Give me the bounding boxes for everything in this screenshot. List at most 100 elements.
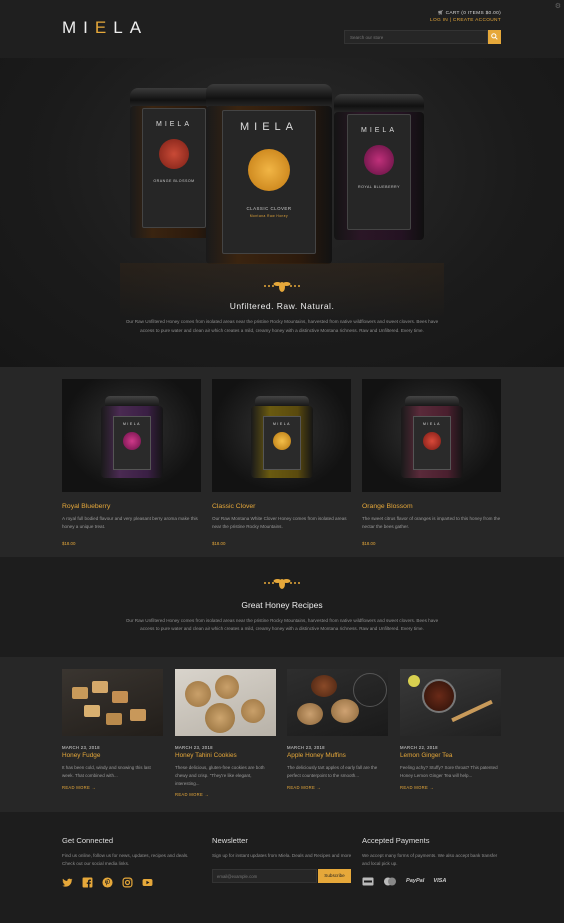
payment-methods: PayPal VISA [362, 877, 502, 886]
account-links: LOG IN | CREATE ACCOUNT [430, 18, 501, 23]
flower-emblem-icon [159, 139, 189, 169]
jar-label: MIELA ORANGE BLOSSOM [142, 108, 206, 228]
site-footer: Get Connected Find us online, follow us … [0, 812, 564, 923]
product-card[interactable]: MIELA Orange Blossom The sweet citrus fl… [362, 379, 501, 546]
jar-brand: MIELA [155, 121, 192, 128]
post-date: MARCH 23, 2018 [62, 745, 100, 750]
blog-post[interactable]: MARCH 23, 2018 Honey Fudge It has been c… [62, 669, 163, 790]
subscribe-button[interactable]: Subscribe [318, 868, 351, 883]
cart-summary[interactable]: 🛒︎ CART (0 ITEMS $0.00) [438, 11, 501, 16]
jar-brand: MIELA [360, 127, 397, 134]
jar-brand: MIELA [272, 422, 291, 426]
settings-icon[interactable]: ⚙ [555, 2, 561, 10]
post-title[interactable]: Apple Honey Muffins [287, 752, 388, 759]
crown-emblem-icon [364, 145, 394, 175]
product-image[interactable]: MIELA [362, 379, 501, 492]
read-more-link[interactable]: READ MORE → [287, 785, 388, 790]
create-account-link[interactable]: CREATE ACCOUNT [453, 18, 501, 23]
hero-jar-classic-clover: MIELA CLASSIC CLOVER Montana Raw Honey [206, 84, 332, 264]
post-image-tea[interactable] [400, 669, 501, 736]
product-description: Our Raw Montana White Clover Honey comes… [212, 516, 347, 529]
blog-post[interactable]: MARCH 23, 2018 Honey Tahini Cookies Thes… [175, 669, 276, 797]
product-price: $18.00 [362, 541, 376, 546]
mastercard-icon [384, 877, 396, 886]
post-title[interactable]: Lemon Ginger Tea [400, 752, 501, 759]
search-icon [491, 33, 498, 40]
newsletter-email-field[interactable]: email@example.com [212, 868, 317, 883]
product-image[interactable]: MIELA [212, 379, 351, 492]
amex-card-icon [362, 877, 374, 886]
footer-text: We accept many forms of payments. We als… [362, 853, 498, 866]
post-date: MARCH 23, 2018 [287, 745, 325, 750]
product-card[interactable]: MIELA Classic Clover Our Raw Montana Whi… [212, 379, 351, 546]
product-price: $18.00 [212, 541, 226, 546]
bee-divider-icon [264, 579, 300, 589]
bee-emblem-icon [273, 432, 291, 450]
hero-jar-royal-blueberry: MIELA ROYAL BLUEBERRY [334, 94, 424, 240]
jar-label: MIELA CLASSIC CLOVER Montana Raw Honey [222, 110, 316, 254]
jar-name: ORANGE BLOSSOM [153, 179, 195, 183]
post-date: MARCH 22, 2018 [400, 745, 438, 750]
blog-section: MARCH 23, 2018 Honey Fudge It has been c… [0, 657, 564, 812]
product-description: The sweet citrus flavor of oranges is im… [362, 516, 501, 529]
youtube-icon[interactable] [142, 875, 153, 886]
footer-payments: Accepted Payments We accept many forms o… [362, 836, 502, 886]
post-image-cookies[interactable] [175, 669, 276, 736]
pinterest-icon[interactable] [102, 875, 113, 888]
blog-post[interactable]: MARCH 22, 2018 Lemon Ginger Tea Feeling … [400, 669, 501, 790]
cart-link[interactable]: CART (0 ITEMS $0.00) [446, 11, 501, 16]
post-excerpt: Feeling achy? Stuffy? Sore throat? This … [400, 765, 498, 778]
post-title[interactable]: Honey Tahini Cookies [175, 752, 276, 759]
post-excerpt: The deliciously tart apples of early fal… [287, 765, 378, 778]
paypal-logo: PayPal [406, 878, 425, 885]
footer-newsletter: Newsletter Sign up for instant updates f… [212, 836, 352, 883]
jar-brand: MIELA [422, 422, 441, 426]
post-title[interactable]: Honey Fudge [62, 752, 163, 759]
logo-text-start: MI [62, 18, 95, 37]
product-price: $18.00 [62, 541, 76, 546]
search-button[interactable] [488, 30, 501, 44]
footer-text: Find us online, follow us for news, upda… [62, 853, 189, 866]
instagram-icon[interactable] [122, 875, 133, 888]
bee-divider-icon [264, 282, 300, 292]
site-header: MIELA 🛒︎ CART (0 ITEMS $0.00) LOG IN | C… [0, 0, 564, 58]
account-separator: | [449, 18, 452, 23]
jar-brand: MIELA [239, 121, 298, 133]
site-logo[interactable]: MIELA [62, 18, 148, 38]
product-card[interactable]: MIELA Royal Blueberry A royal full bodie… [62, 379, 201, 546]
product-name[interactable]: Orange Blossom [362, 503, 501, 510]
products-section: MIELA Royal Blueberry A royal full bodie… [0, 367, 564, 557]
post-image-fudge[interactable] [62, 669, 163, 736]
twitter-icon[interactable] [62, 875, 73, 887]
jar-brand: MIELA [122, 422, 141, 426]
footer-heading: Accepted Payments [362, 836, 430, 845]
read-more-link[interactable]: READ MORE → [400, 785, 501, 790]
post-excerpt: These delicious, gluten-free cookies are… [175, 765, 265, 786]
login-link[interactable]: LOG IN [430, 18, 448, 23]
newsletter-form: email@example.com Subscribe [212, 868, 352, 883]
blog-post[interactable]: MARCH 23, 2018 Apple Honey Muffins The d… [287, 669, 388, 790]
visa-logo: VISA [433, 878, 447, 885]
read-more-link[interactable]: READ MORE → [62, 785, 163, 790]
product-name[interactable]: Classic Clover [212, 503, 351, 510]
jar-name: CLASSIC CLOVER [246, 206, 292, 211]
facebook-icon[interactable] [82, 875, 93, 888]
hero-title: Unfiltered. Raw. Natural. [229, 301, 335, 311]
read-more-link[interactable]: READ MORE → [175, 792, 276, 797]
footer-text: Sign up for instant updates from Miela. … [212, 853, 352, 858]
logo-text-end: LA [113, 18, 149, 37]
recipes-intro-section: Great Honey Recipes Our Raw Unfiltered H… [0, 557, 564, 657]
post-date: MARCH 23, 2018 [175, 745, 213, 750]
product-image[interactable]: MIELA [62, 379, 201, 492]
product-name[interactable]: Royal Blueberry [62, 503, 201, 510]
search-input[interactable]: Search our store [344, 30, 488, 44]
jar-name: ROYAL BLUEBERRY [358, 185, 400, 189]
footer-heading: Get Connected [62, 836, 114, 845]
hero-text: Our Raw Unfiltered Honey comes from isol… [125, 319, 439, 333]
jar-label: MIELA ROYAL BLUEBERRY [347, 114, 411, 230]
footer-heading: Newsletter [212, 836, 248, 845]
product-description: A royal full bodied flavour and very ple… [62, 516, 198, 529]
cart-icon: 🛒︎ [437, 11, 444, 16]
post-image-muffins[interactable] [287, 669, 388, 736]
footer-connected: Get Connected Find us online, follow us … [62, 836, 197, 888]
